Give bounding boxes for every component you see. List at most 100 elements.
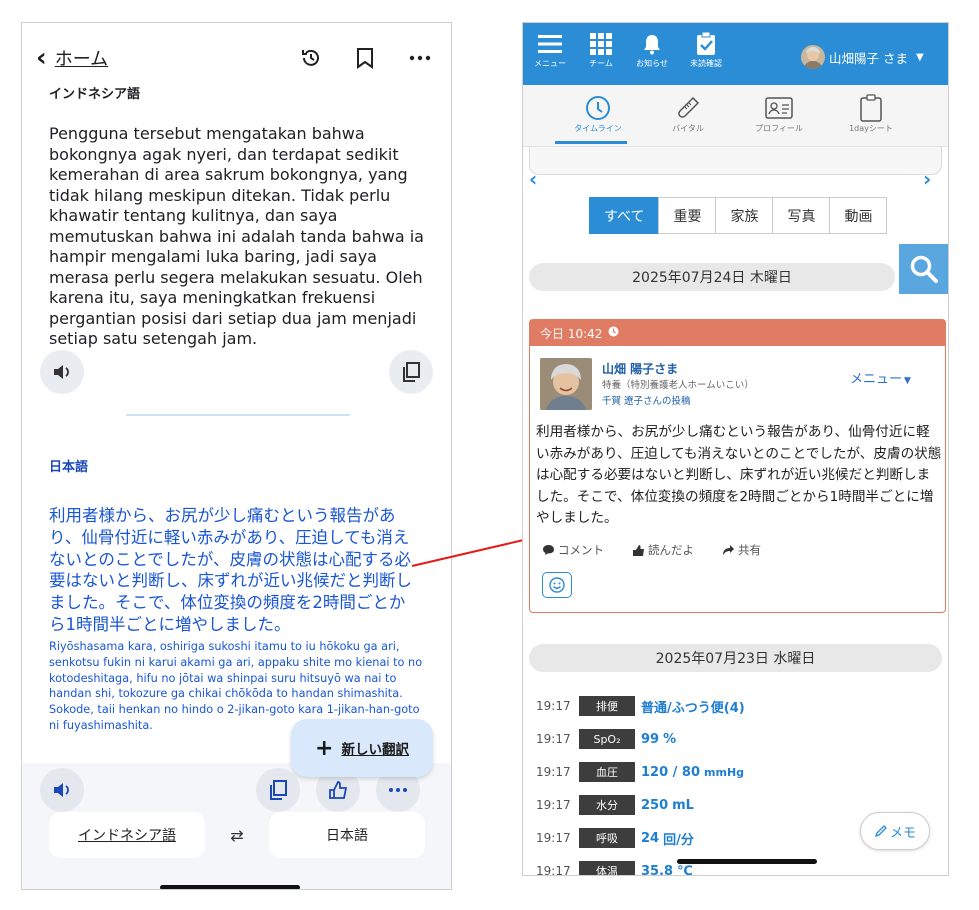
nav-unread-label: 未読確認 — [690, 59, 722, 68]
tab-vitals[interactable]: バイタル — [643, 93, 733, 134]
vital-tag: 水分 — [579, 795, 635, 815]
clock-icon — [608, 326, 619, 340]
post-actions: コメント 読んだよ 共有 — [542, 542, 789, 558]
vital-value: 120 / 80 — [641, 764, 701, 780]
tab-vitals-label: バイタル — [672, 124, 704, 133]
plus-icon: + — [315, 735, 334, 761]
tab-timeline[interactable]: タイムライン — [553, 93, 643, 144]
bell-icon — [629, 29, 675, 59]
share-button[interactable]: 共有 — [722, 542, 775, 558]
new-translation-label: 新しい翻訳 — [341, 742, 409, 758]
nav-notifications[interactable]: お知らせ — [629, 29, 675, 79]
tab-timeline-label: タイムライン — [574, 124, 622, 133]
filter-tabs: すべて 重要 家族 写真 動画 — [589, 197, 888, 234]
target-copy-icon[interactable] — [256, 768, 300, 812]
back-label: ホーム — [54, 49, 109, 70]
chevron-left-icon: ‹ — [36, 43, 47, 73]
comment-button[interactable]: コメント — [542, 542, 618, 558]
smiley-icon — [549, 577, 565, 593]
post-menu-label: メニュー — [850, 372, 903, 387]
language-bar: インドネシア語 ⇄ 日本語 — [49, 812, 425, 858]
vital-time: 19:17 — [536, 699, 571, 713]
vital-value: 普通/ふつう便(4) — [641, 700, 745, 716]
source-copy-icon[interactable] — [389, 350, 433, 394]
pencil-icon — [874, 825, 887, 838]
nav-notifications-label: お知らせ — [636, 59, 668, 68]
vital-row[interactable]: 19:17 水分 250 mL — [536, 794, 694, 816]
reaction-button[interactable] — [542, 572, 572, 598]
target-language-button[interactable]: 日本語 — [269, 812, 425, 858]
grid-icon — [578, 29, 624, 59]
vital-unit: 回/分 — [663, 832, 694, 848]
clipboard-icon — [826, 93, 916, 123]
filter-video[interactable]: 動画 — [829, 197, 888, 234]
top-navigation: メニュー チーム お知らせ 未読確認 山畑陽子 さま ▼ — [523, 23, 948, 85]
home-indicator — [160, 885, 300, 889]
vital-row[interactable]: 19:17 SpO₂ 99 % — [536, 728, 676, 750]
facility-name: 特養（特別養護老人ホームいこい） — [602, 380, 754, 391]
vital-tag: 体温 — [579, 861, 635, 875]
caret-down-icon: ▼ — [904, 376, 911, 386]
swap-languages-icon[interactable]: ⇄ — [230, 826, 243, 845]
posted-by[interactable]: 千賀 遼子さんの投稿 — [602, 393, 691, 407]
translated-text[interactable]: 利用者様から、お尻が少し痛むという報告があり、仙骨付近に軽い赤みがあり、圧迫して… — [49, 505, 421, 636]
filter-all[interactable]: すべて — [589, 197, 660, 234]
filter-family[interactable]: 家族 — [715, 197, 774, 234]
more-options-icon[interactable] — [407, 45, 433, 71]
date-header: 2025年07月23日 水曜日 — [529, 644, 942, 672]
timeline-post: 今日 10:42 山畑 陽子さま 特養（特別養護老人ホームいこい） 千賀 遼子さ… — [529, 319, 946, 613]
back-button[interactable]: ‹ ホーム — [36, 45, 108, 71]
translate-app-screen: ‹ ホーム インドネシア語 Pengguna tersebut mengatak… — [21, 22, 452, 890]
resident-name[interactable]: 山畑 陽子さま — [602, 360, 678, 377]
vital-unit: % — [663, 731, 677, 747]
vital-time: 19:17 — [536, 831, 571, 845]
nav-team[interactable]: チーム — [578, 29, 624, 79]
new-translation-button[interactable]: + 新しい翻訳 — [291, 719, 433, 777]
memo-button[interactable]: メモ — [860, 812, 930, 850]
vital-time: 19:17 — [536, 864, 571, 876]
clock-icon — [553, 93, 643, 123]
user-menu[interactable]: 山畑陽子 さま ▼ — [801, 45, 924, 69]
vital-value: 24 — [641, 830, 660, 846]
search-button[interactable] — [899, 244, 948, 294]
vital-row[interactable]: 19:17 呼吸 24 回/分 — [536, 827, 694, 849]
tab-1day-sheet[interactable]: 1dayシート — [826, 93, 916, 134]
active-tab-underline — [555, 141, 627, 144]
filter-important[interactable]: 重要 — [658, 197, 717, 234]
hamburger-icon — [527, 29, 573, 59]
source-text[interactable]: Pengguna tersebut mengatakan bahwa bokon… — [49, 124, 429, 350]
search-icon — [910, 255, 938, 283]
divider — [126, 414, 350, 416]
vital-unit: mmHg — [704, 765, 745, 779]
source-language-button[interactable]: インドネシア語 — [49, 812, 205, 858]
home-indicator — [677, 859, 817, 864]
vital-tag: 呼吸 — [579, 828, 635, 848]
filter-photo[interactable]: 写真 — [772, 197, 831, 234]
target-language-label: 日本語 — [49, 460, 89, 475]
vital-row[interactable]: 19:17 体温 35.8 ℃ — [536, 860, 693, 876]
history-icon[interactable] — [298, 45, 324, 71]
post-menu-button[interactable]: メニュー ▼ — [850, 368, 911, 387]
source-speaker-icon[interactable] — [40, 350, 84, 394]
read-button[interactable]: 読んだよ — [632, 542, 708, 558]
tab-1day-sheet-label: 1dayシート — [849, 124, 893, 133]
nav-menu-label: メニュー — [534, 59, 566, 68]
vital-time: 19:17 — [536, 798, 571, 812]
bookmark-icon[interactable] — [352, 45, 378, 71]
vital-row[interactable]: 19:17 血圧 120 / 80 mmHg — [536, 761, 744, 783]
vital-unit: mL — [672, 797, 694, 813]
nav-menu[interactable]: メニュー — [527, 29, 573, 79]
target-speaker-icon[interactable] — [40, 768, 84, 812]
id-card-icon — [734, 93, 824, 123]
comment-icon — [543, 545, 554, 555]
tab-profile-label: プロフィール — [755, 124, 803, 133]
care-app-screen: メニュー チーム お知らせ 未読確認 山畑陽子 さま ▼ ‹ タイムライン バイ… — [522, 22, 949, 876]
thermometer-icon — [643, 93, 733, 123]
vital-value: 99 — [641, 731, 660, 747]
tab-profile[interactable]: プロフィール — [734, 93, 824, 134]
nav-team-label: チーム — [589, 59, 613, 68]
nav-unread[interactable]: 未読確認 — [683, 29, 729, 79]
vital-tag: 排便 — [579, 696, 635, 716]
clipboard-check-icon — [683, 29, 729, 59]
vital-row[interactable]: 19:17 排便 普通/ふつう便(4) — [536, 695, 749, 717]
